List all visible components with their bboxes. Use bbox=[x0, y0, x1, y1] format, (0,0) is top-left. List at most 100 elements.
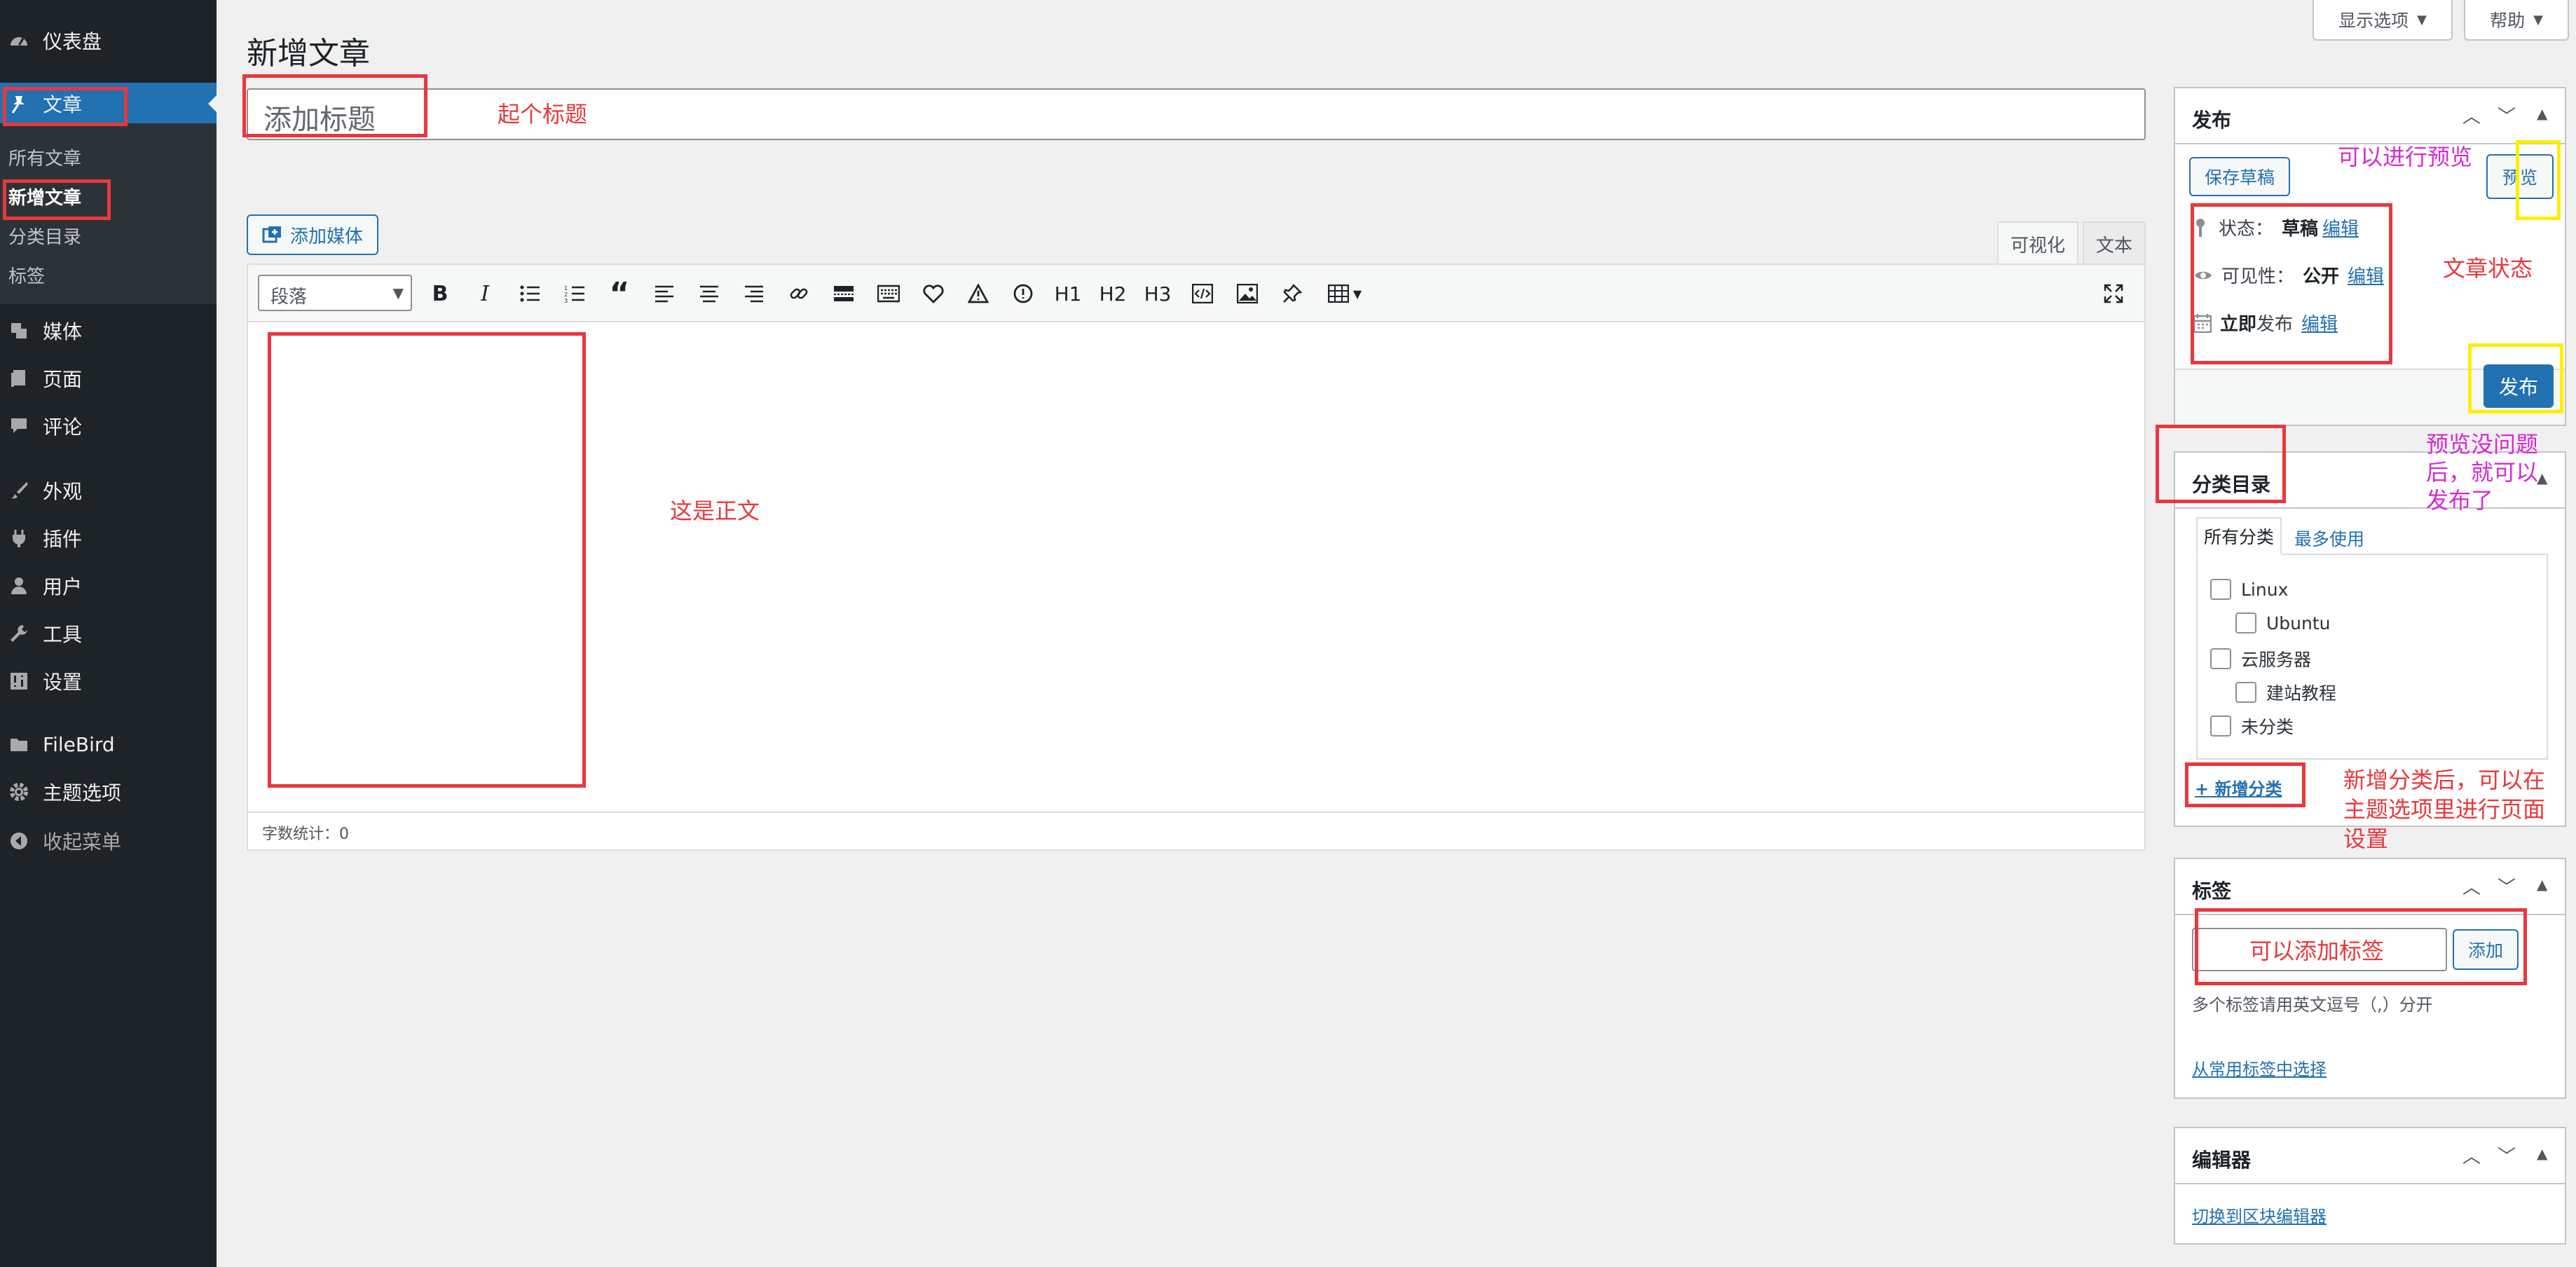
collapse-menu[interactable]: 收起菜单 bbox=[0, 820, 217, 862]
submenu-categories[interactable]: 分类目录 bbox=[8, 223, 81, 249]
heading-1-button[interactable]: H1 bbox=[1053, 278, 1083, 309]
menu-media[interactable]: 媒体 bbox=[0, 310, 217, 352]
caret-down-icon: ▼ bbox=[392, 285, 404, 301]
blockquote-icon[interactable]: “ bbox=[604, 276, 635, 312]
annotation-publish-note-line: 发布了 bbox=[2426, 487, 2494, 514]
chevron-up-icon[interactable]: ︿ bbox=[2462, 102, 2481, 128]
heading-3-button[interactable]: H3 bbox=[1142, 278, 1173, 309]
format-select[interactable]: 段落 ▼ bbox=[258, 275, 412, 311]
menu-label: 设置 bbox=[43, 671, 83, 694]
menu-appearance[interactable]: 外观 bbox=[0, 470, 217, 512]
collapse-arrow-icon[interactable]: ▲ bbox=[2537, 470, 2547, 486]
category-item[interactable]: 建站教程 bbox=[2235, 680, 2336, 705]
tab-visual-label: 可视化 bbox=[2010, 235, 2065, 256]
submenu-all-posts[interactable]: 所有文章 bbox=[8, 144, 81, 170]
tags-box-header: 标签 ︿ ﹀ ▲ bbox=[2175, 859, 2565, 915]
brush-icon bbox=[7, 479, 31, 502]
link-icon[interactable] bbox=[783, 278, 814, 309]
add-media-icon bbox=[262, 226, 281, 243]
category-checkbox[interactable] bbox=[2235, 612, 2256, 634]
menu-tools[interactable]: 工具 bbox=[0, 612, 217, 655]
annotation-publish-note-line: 预览没问题 bbox=[2426, 431, 2539, 458]
screen-options-tab[interactable]: 显示选项 ▼ bbox=[2313, 0, 2453, 41]
read-more-icon[interactable] bbox=[828, 278, 859, 309]
align-center-icon[interactable] bbox=[694, 278, 725, 309]
format-select-value: 段落 bbox=[270, 287, 308, 308]
annotation-box-publish bbox=[2468, 343, 2563, 413]
annotation-publish-note-line: 后，就可以 bbox=[2426, 459, 2539, 486]
submenu-tags[interactable]: 标签 bbox=[8, 262, 45, 288]
menu-label: 插件 bbox=[43, 528, 83, 551]
menu-plugins[interactable]: 插件 bbox=[0, 517, 217, 559]
category-item[interactable]: Linux bbox=[2210, 579, 2288, 600]
tab-visual[interactable]: 可视化 bbox=[1997, 221, 2078, 265]
category-item[interactable]: 未分类 bbox=[2210, 713, 2294, 739]
chevron-down-icon[interactable]: ﹀ bbox=[2498, 1142, 2516, 1168]
chevron-up-icon[interactable]: ︿ bbox=[2462, 873, 2481, 899]
category-item[interactable]: 云服务器 bbox=[2210, 646, 2311, 671]
tags-box-title: 标签 bbox=[2192, 879, 2232, 903]
add-media-button[interactable]: 添加媒体 bbox=[247, 214, 378, 255]
choose-popular-tags-link[interactable]: 从常用标签中选择 bbox=[2192, 1055, 2327, 1080]
category-checkbox[interactable] bbox=[2235, 682, 2256, 703]
menu-label: 页面 bbox=[43, 368, 83, 391]
editor-switch-box: 编辑器 ︿ ﹀ ▲ 切换到区块编辑器 bbox=[2174, 1127, 2566, 1245]
heading-2-button[interactable]: H2 bbox=[1097, 278, 1128, 309]
collapse-arrow-icon[interactable]: ▲ bbox=[2537, 876, 2547, 893]
annotation-title-note: 起个标题 bbox=[498, 101, 588, 128]
menu-label: 主题选项 bbox=[43, 781, 122, 804]
pin-icon[interactable] bbox=[1277, 278, 1308, 309]
warning-icon[interactable] bbox=[963, 278, 994, 309]
menu-comments[interactable]: 评论 bbox=[0, 405, 217, 447]
menu-label: FileBird bbox=[43, 732, 115, 756]
menu-filebird[interactable]: FileBird bbox=[0, 723, 217, 765]
bullet-list-icon[interactable] bbox=[514, 278, 545, 309]
category-label: 云服务器 bbox=[2241, 650, 2312, 670]
help-tab[interactable]: 帮助 ▼ bbox=[2464, 0, 2569, 41]
tab-text[interactable]: 文本 bbox=[2083, 221, 2146, 265]
code-icon[interactable] bbox=[1187, 278, 1218, 309]
add-media-label: 添加媒体 bbox=[289, 226, 363, 247]
align-left-icon[interactable] bbox=[649, 278, 680, 309]
heart-icon[interactable] bbox=[918, 278, 949, 309]
plugin-icon bbox=[7, 526, 31, 550]
collapse-arrow-icon[interactable]: ▲ bbox=[2537, 105, 2547, 122]
folder-icon bbox=[7, 732, 31, 756]
help-label: 帮助 bbox=[2490, 11, 2526, 31]
annotation-tag-note: 可以添加标签 bbox=[2249, 938, 2385, 964]
menu-settings[interactable]: 设置 bbox=[0, 660, 217, 702]
chevron-up-icon[interactable]: ︿ bbox=[2462, 1142, 2481, 1168]
chevron-down-icon[interactable]: ﹀ bbox=[2498, 102, 2516, 128]
category-item[interactable]: Ubuntu bbox=[2235, 612, 2331, 634]
category-checkbox[interactable] bbox=[2210, 715, 2231, 737]
collapse-icon bbox=[7, 829, 31, 853]
collapse-arrow-icon[interactable]: ▲ bbox=[2537, 1145, 2547, 1162]
tab-all-categories[interactable]: 所有分类 bbox=[2196, 517, 2282, 555]
menu-dashboard[interactable]: 仪表盘 bbox=[0, 20, 217, 62]
info-icon[interactable] bbox=[1008, 278, 1039, 309]
menu-label: 工具 bbox=[43, 623, 83, 646]
chevron-down-icon[interactable]: ﹀ bbox=[2498, 873, 2516, 899]
annotation-box-posts-menu bbox=[3, 87, 128, 126]
category-checkbox[interactable] bbox=[2210, 648, 2231, 669]
image-icon[interactable] bbox=[1232, 278, 1263, 309]
tab-most-used[interactable]: 最多使用 bbox=[2294, 526, 2364, 551]
table-icon[interactable]: ▼ bbox=[1322, 278, 1368, 309]
category-checkbox[interactable] bbox=[2210, 579, 2231, 600]
menu-theme-options[interactable]: 主题选项 bbox=[0, 771, 217, 813]
italic-icon[interactable]: I bbox=[470, 278, 500, 309]
fullscreen-icon[interactable] bbox=[2098, 278, 2129, 309]
align-right-icon[interactable] bbox=[739, 278, 769, 309]
menu-label: 媒体 bbox=[43, 320, 83, 343]
bold-icon[interactable]: B bbox=[425, 278, 455, 309]
numbered-list-icon[interactable]: 123 bbox=[559, 278, 590, 309]
switch-to-block-editor-link[interactable]: 切换到区块编辑器 bbox=[2192, 1203, 2327, 1227]
menu-users[interactable]: 用户 bbox=[0, 565, 217, 607]
word-count: 字数统计：0 bbox=[262, 826, 349, 843]
tab-text-label: 文本 bbox=[2095, 235, 2132, 256]
save-draft-button[interactable]: 保存草稿 bbox=[2189, 157, 2290, 196]
annotation-box-preview bbox=[2516, 140, 2561, 220]
gear-icon bbox=[7, 780, 31, 804]
toolbar-toggle-icon[interactable] bbox=[873, 278, 904, 309]
menu-pages[interactable]: 页面 bbox=[0, 357, 217, 399]
